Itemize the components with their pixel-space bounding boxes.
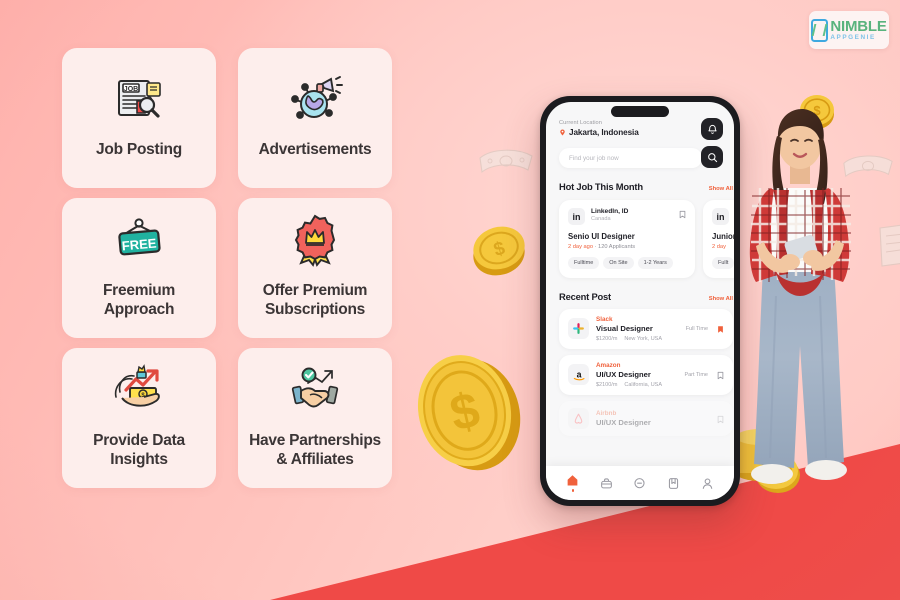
job-role: Senio UI Designer [568, 232, 635, 241]
chat-icon [634, 477, 646, 488]
post-company: Slack [596, 315, 613, 323]
brand-logo[interactable]: NIMBLE APPGENIE [809, 11, 889, 49]
job-tag: On Site [603, 256, 634, 269]
feature-card-partnerships[interactable]: Have Partnerships & Affiliates [238, 348, 392, 488]
post-company: Airbnb [596, 409, 617, 417]
gold-coin-icon: $ [473, 226, 525, 276]
svg-text:FREE: FREE [121, 235, 157, 253]
feature-card-data-insights[interactable]: $ Provide Data Insights [62, 348, 216, 488]
phone-notch [611, 106, 669, 117]
job-tags: Fulltime On Site 1-2 Years [568, 256, 686, 269]
globe-megaphone-icon [286, 70, 344, 128]
person-icon [702, 478, 712, 489]
search-input[interactable]: Find your job now [559, 148, 702, 168]
feature-label-line2: Approach [103, 301, 175, 318]
gold-coin-dollar-icon: $ [417, 355, 521, 471]
feature-label: Provide Data Insights [93, 431, 185, 470]
post-role: UI/UX Designer [596, 417, 651, 427]
feature-card-grid: JOB Job Posting Advertisements FREE Free… [62, 48, 392, 488]
active-tab-dot [571, 489, 575, 492]
hot-jobs-title: Hot Job This Month [559, 181, 643, 192]
hot-jobs-carousel[interactable]: in LinkedIn, ID Canada Senio UI Designer… [559, 200, 734, 278]
recent-post-title: Recent Post [559, 290, 611, 302]
phone-logo-icon [811, 18, 829, 42]
bookmark-outline-icon[interactable] [679, 210, 686, 219]
feature-label-line1: Freemium [102, 281, 176, 299]
linkedin-logo-icon: in [568, 208, 585, 225]
banknote-icon [479, 149, 533, 174]
feature-label: Have Partnerships & Affiliates [249, 431, 381, 470]
post-salary: $1200/m [596, 335, 618, 342]
home-icon [567, 475, 578, 486]
feature-label-line2: Subscriptions [264, 301, 366, 318]
amazon-logo-icon: a [568, 364, 589, 385]
recent-post-header: Recent Post Show All [559, 291, 733, 302]
hand-money-growth-icon: $ [110, 361, 168, 419]
job-tag: Fulltime [568, 256, 600, 269]
premium-rosette-icon [288, 211, 342, 269]
airbnb-logo-icon [568, 407, 589, 429]
feature-label: Advertisements [258, 141, 372, 159]
feature-label-line2: Insights [110, 451, 168, 468]
feature-label-line1: Have Partnerships [249, 431, 381, 449]
feature-card-advertisements[interactable]: Advertisements [238, 48, 392, 188]
brand-name: NIMBLE [830, 17, 887, 35]
slack-logo-icon [568, 318, 589, 339]
phone-screen: Current Location Jakarta, Indonesia Find… [546, 102, 734, 500]
post-location: California, USA [624, 381, 663, 388]
bottom-tab-bar [546, 466, 734, 500]
post-job-type: Full Time [685, 325, 708, 332]
tab-profile[interactable] [701, 477, 714, 490]
hot-job-card[interactable]: in LinkedIn, ID Canada Senio UI Designer… [559, 200, 695, 278]
post-role: Visual Designer [596, 323, 653, 333]
recent-post-list: Slack Visual Designer $1200/m New York, … [559, 308, 733, 436]
post-company: Amazon [596, 361, 621, 369]
search-placeholder: Find your job now [569, 154, 619, 162]
svg-text:JOB: JOB [124, 86, 138, 93]
bookmark-icon [668, 477, 679, 489]
feature-label-line1: Provide Data [93, 431, 185, 449]
tab-jobs[interactable] [600, 477, 613, 490]
feature-label: Offer Premium Subscriptions [262, 281, 368, 320]
post-role: UI/UX Designer [596, 369, 651, 379]
job-tag: 1-2 Years [637, 256, 673, 269]
tab-saved[interactable] [667, 477, 680, 490]
job-posted-ago: 2 day ago [568, 243, 593, 250]
feature-card-job-posting[interactable]: JOB Job Posting [62, 48, 216, 188]
woman-with-phone-photo [749, 109, 851, 484]
briefcase-icon [600, 477, 612, 488]
post-list-item[interactable]: Airbnb UI/UX Designer [559, 400, 733, 436]
post-job-type: Part Time [684, 371, 708, 378]
post-list-item[interactable]: a Amazon UI/UX Designer $2100/m Californ… [559, 354, 733, 395]
svg-text:a: a [576, 369, 581, 379]
list-fade-overlay [546, 440, 734, 466]
tab-home[interactable] [566, 474, 579, 492]
free-sign-icon: FREE [111, 211, 167, 269]
handshake-check-icon [286, 361, 344, 419]
brand-subname: APPGENIE [830, 34, 876, 42]
hot-jobs-header: Hot Job This Month Show All [559, 181, 733, 192]
post-location: New York, USA [624, 335, 663, 342]
feature-card-premium[interactable]: Offer Premium Subscriptions [238, 198, 392, 338]
feature-card-freemium[interactable]: FREE Freemium Approach [62, 198, 216, 338]
tab-messages[interactable] [633, 477, 646, 490]
newspaper-search-icon: JOB [111, 70, 167, 128]
job-company: LinkedIn, ID [591, 208, 629, 215]
feature-label: Job Posting [96, 141, 182, 159]
job-applicants: · 120 Applicants [594, 243, 636, 250]
feature-label-line1: Offer Premium [262, 281, 368, 299]
location-city: Jakarta, Indonesia [569, 128, 639, 137]
phone-mockup: Current Location Jakarta, Indonesia Find… [540, 96, 740, 506]
feature-label-line2: & Affiliates [276, 451, 354, 468]
job-country: Canada [591, 216, 611, 222]
post-salary: $2100/m [596, 381, 618, 388]
post-list-item[interactable]: Slack Visual Designer $1200/m New York, … [559, 308, 733, 349]
feature-label: Freemium Approach [103, 281, 175, 320]
app-home-screen: Current Location Jakarta, Indonesia Find… [546, 102, 734, 500]
location-pin-icon [560, 129, 565, 136]
